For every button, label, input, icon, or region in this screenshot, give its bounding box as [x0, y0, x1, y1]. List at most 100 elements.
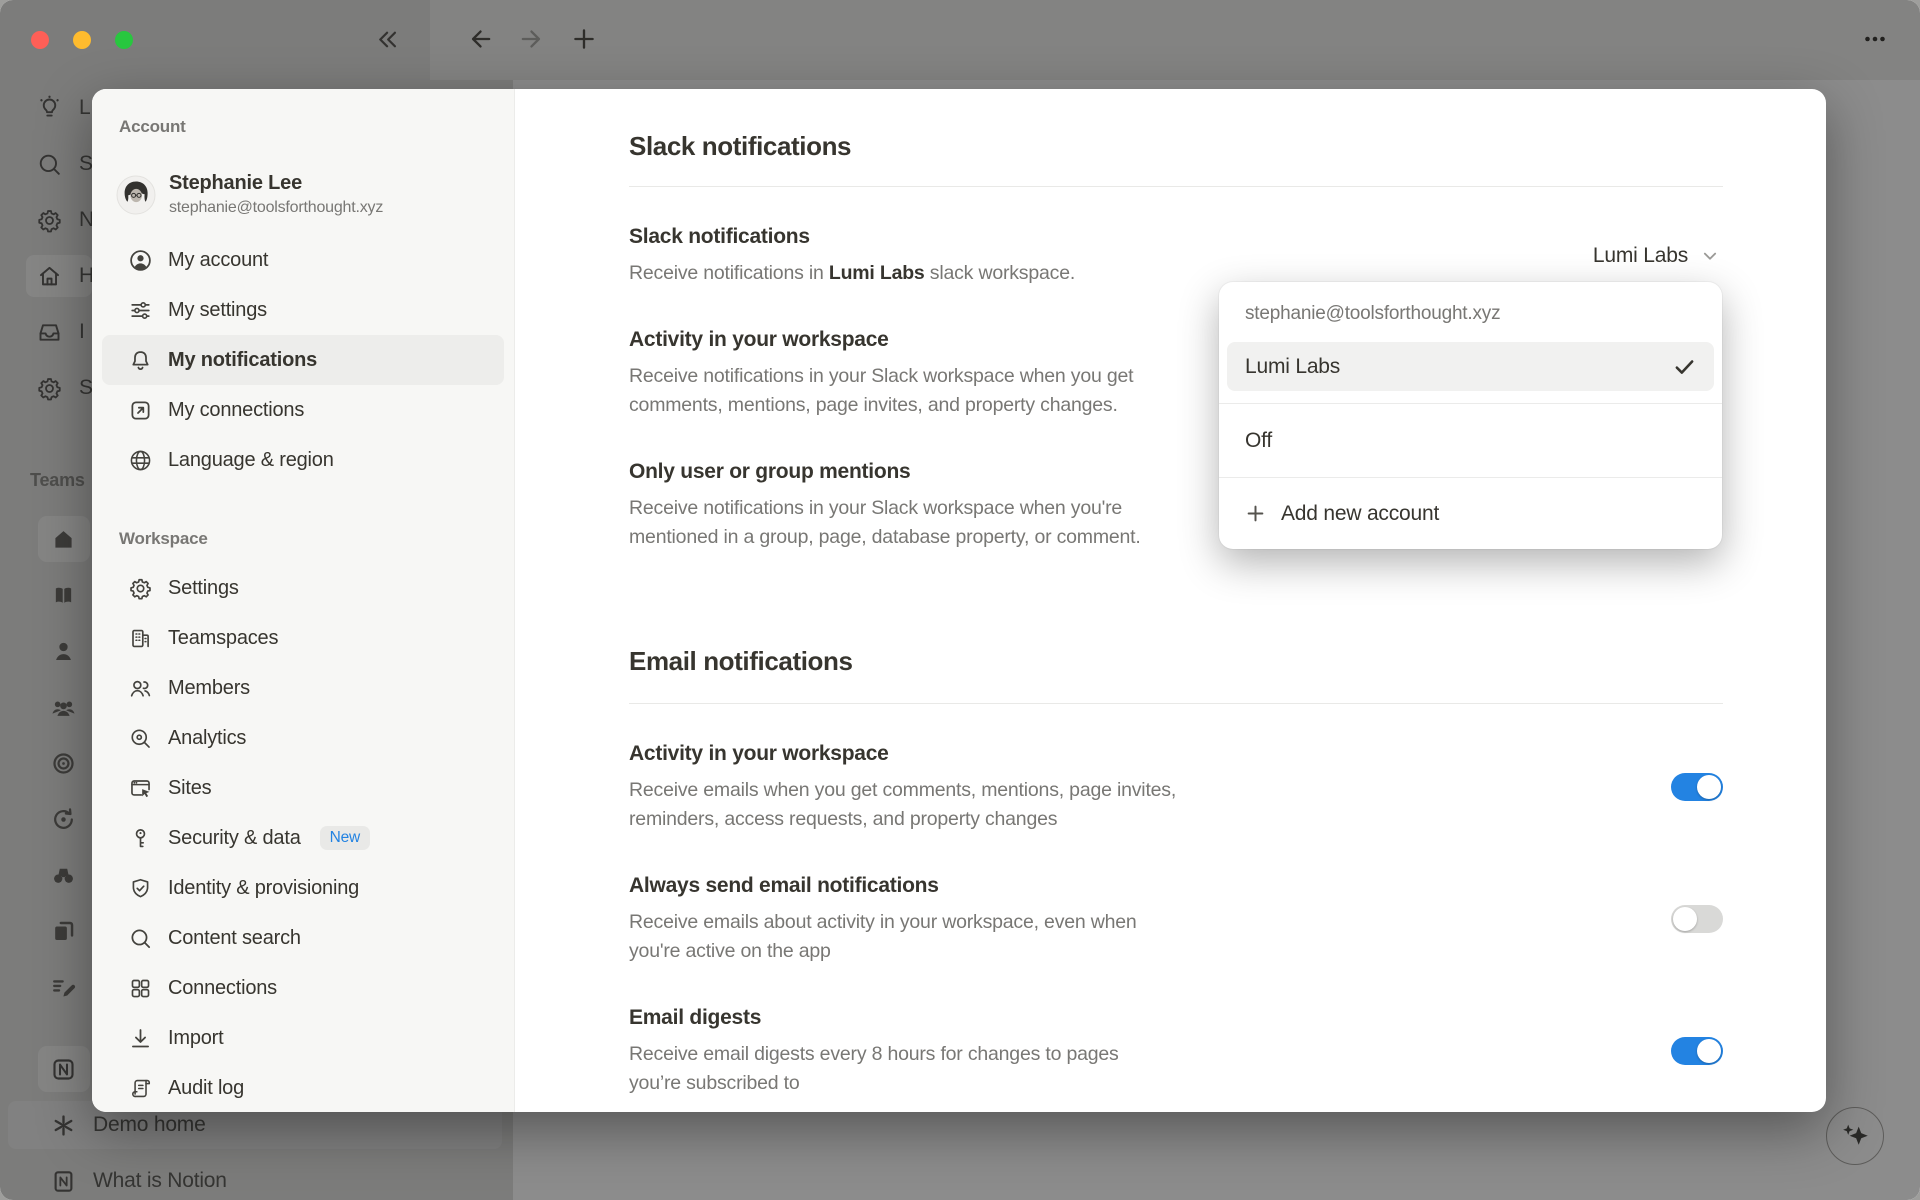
settings-nav-audit-log[interactable]: Audit log — [102, 1063, 504, 1112]
setting-title: Only user or group mentions — [629, 458, 1141, 486]
setting-text: Activity in your workspace Receive emails… — [629, 740, 1176, 834]
divider — [629, 186, 1723, 187]
settings-nav-content-search[interactable]: Content search — [102, 913, 504, 963]
scroll-icon — [128, 1076, 153, 1101]
zoom-button[interactable] — [115, 31, 133, 49]
setting-text: Email digests Receive email digests every… — [629, 1004, 1119, 1098]
add-new-account-option[interactable]: Add new account — [1219, 478, 1722, 549]
settings-nav-my-account[interactable]: My account — [102, 235, 504, 285]
workspace-select-trigger[interactable]: Lumi Labs — [1593, 244, 1723, 268]
settings-nav-label: Connections — [168, 977, 277, 1000]
analytics-icon — [128, 726, 153, 751]
setting-row: Email digests Receive email digests every… — [629, 1004, 1723, 1098]
dropdown-options: Lumi Labs Off — [1219, 342, 1722, 477]
settings-nav-identity-provisioning[interactable]: Identity & provisioning — [102, 863, 504, 913]
grid-icon — [128, 976, 153, 1001]
settings-nav-label: Audit log — [168, 1077, 244, 1100]
email-section-heading: Email notifications — [629, 644, 1723, 678]
settings-nav-settings[interactable]: Settings — [102, 563, 504, 613]
settings-nav-label: Teamspaces — [168, 627, 278, 650]
check-icon — [1671, 353, 1698, 380]
add-new-account-label: Add new account — [1281, 502, 1439, 526]
setting-description: Receive emails when you get comments, me… — [629, 776, 1176, 834]
setting-title: Activity in your workspace — [629, 326, 1133, 354]
workspace-section-label: Workspace — [119, 527, 514, 551]
setting-row: Slack notifications Receive notifications… — [629, 223, 1723, 288]
minimize-button[interactable] — [73, 31, 91, 49]
settings-nav-security-data[interactable]: Security & dataNew — [102, 813, 504, 863]
dropdown-option[interactable]: Off — [1219, 404, 1722, 477]
setting-description: Receive notifications in Lumi Labs slack… — [629, 259, 1075, 288]
setting-description: Receive email digests every 8 hours for … — [629, 1040, 1119, 1098]
user-email: stephanie@toolsforthought.xyz — [169, 196, 383, 220]
settings-nav-connections[interactable]: Connections — [102, 963, 504, 1013]
user-account-row[interactable]: Stephanie Lee stephanie@toolsforthought.… — [116, 167, 498, 223]
window-controls — [31, 31, 133, 49]
setting-text: Activity in your workspace Receive notifi… — [629, 326, 1133, 420]
setting-description: Receive notifications in your Slack work… — [629, 362, 1133, 420]
toggle-on[interactable] — [1671, 1037, 1723, 1065]
settings-nav-members[interactable]: Members — [102, 663, 504, 713]
setting-row: Always send email notificationsReceive e… — [629, 872, 1723, 966]
screen: LSNHIS Teams Demo homeWhat is Notion Acc… — [0, 0, 1920, 1200]
setting-title: Activity in your workspace — [629, 740, 1176, 768]
gear-icon — [128, 576, 153, 601]
settings-nav-sites[interactable]: Sites — [102, 763, 504, 813]
key-icon — [128, 826, 153, 851]
settings-content: Slack notifications Slack notifications R… — [515, 89, 1826, 1112]
setting-description: Receive notifications in your Slack work… — [629, 494, 1141, 552]
workspace-select-value: Lumi Labs — [1593, 244, 1688, 268]
settings-nav-label: Content search — [168, 927, 301, 950]
sliders-icon — [128, 298, 153, 323]
browser-cursor-icon — [128, 776, 153, 801]
close-button[interactable] — [31, 31, 49, 49]
search-icon — [128, 926, 153, 951]
settings-nav-my-notifications[interactable]: My notifications — [102, 335, 504, 385]
settings-nav-my-settings[interactable]: My settings — [102, 285, 504, 335]
shield-check-icon — [128, 876, 153, 901]
settings-modal: Account Stephanie Lee stephanie@toolsfor… — [92, 89, 1826, 1112]
settings-nav-label: Identity & provisioning — [168, 877, 359, 900]
slack-section-heading: Slack notifications — [629, 129, 1723, 163]
settings-nav-label: My connections — [168, 399, 304, 422]
settings-nav-import[interactable]: Import — [102, 1013, 504, 1063]
settings-nav-label: My settings — [168, 299, 267, 322]
settings-nav-my-connections[interactable]: My connections — [102, 385, 504, 435]
settings-nav-teamspaces[interactable]: Teamspaces — [102, 613, 504, 663]
settings-nav-label: Import — [168, 1027, 223, 1050]
toggle-knob — [1673, 907, 1697, 931]
settings-nav-label: Language & region — [168, 449, 334, 472]
settings-nav-label: Settings — [168, 577, 239, 600]
divider — [629, 703, 1723, 704]
workspace-menu: SettingsTeamspacesMembersAnalyticsSitesS… — [92, 563, 514, 1112]
chevron-down-icon — [1699, 245, 1721, 267]
settings-sidebar: Account Stephanie Lee stephanie@toolsfor… — [92, 89, 515, 1112]
setting-title: Email digests — [629, 1004, 1119, 1032]
dropdown-option-selected[interactable]: Lumi Labs — [1227, 342, 1714, 391]
toggle-knob — [1697, 775, 1721, 799]
setting-text: Slack notifications Receive notifications… — [629, 223, 1075, 288]
settings-nav-language-region[interactable]: Language & region — [102, 435, 504, 485]
account-menu: My account My settings My notifications My … — [92, 235, 514, 485]
settings-nav-analytics[interactable]: Analytics — [102, 713, 504, 763]
people-icon — [128, 676, 153, 701]
setting-text: Only user or group mentions Receive notif… — [629, 458, 1141, 552]
user-name: Stephanie Lee — [169, 170, 383, 196]
import-icon — [128, 1026, 153, 1051]
settings-nav-label: Security & data — [168, 827, 301, 850]
toggle-off[interactable] — [1671, 905, 1723, 933]
setting-title: Slack notifications — [629, 223, 1075, 251]
building-icon — [128, 626, 153, 651]
user-identity: Stephanie Lee stephanie@toolsforthought.… — [169, 170, 383, 220]
setting-text: Always send email notificationsReceive e… — [629, 872, 1137, 966]
bell-icon — [128, 348, 153, 373]
account-section-label: Account — [119, 115, 514, 139]
setting-title: Always send email notifications — [629, 872, 1137, 900]
arrow-up-right-box-icon — [128, 398, 153, 423]
settings-nav-label: Analytics — [168, 727, 246, 750]
toggle-on[interactable] — [1671, 773, 1723, 801]
settings-nav-label: My notifications — [168, 349, 317, 372]
setting-row: Activity in your workspace Receive emails… — [629, 740, 1723, 834]
globe-icon — [128, 448, 153, 473]
slack-workspace-dropdown: stephanie@toolsforthought.xyz Lumi LabsO… — [1219, 282, 1722, 549]
